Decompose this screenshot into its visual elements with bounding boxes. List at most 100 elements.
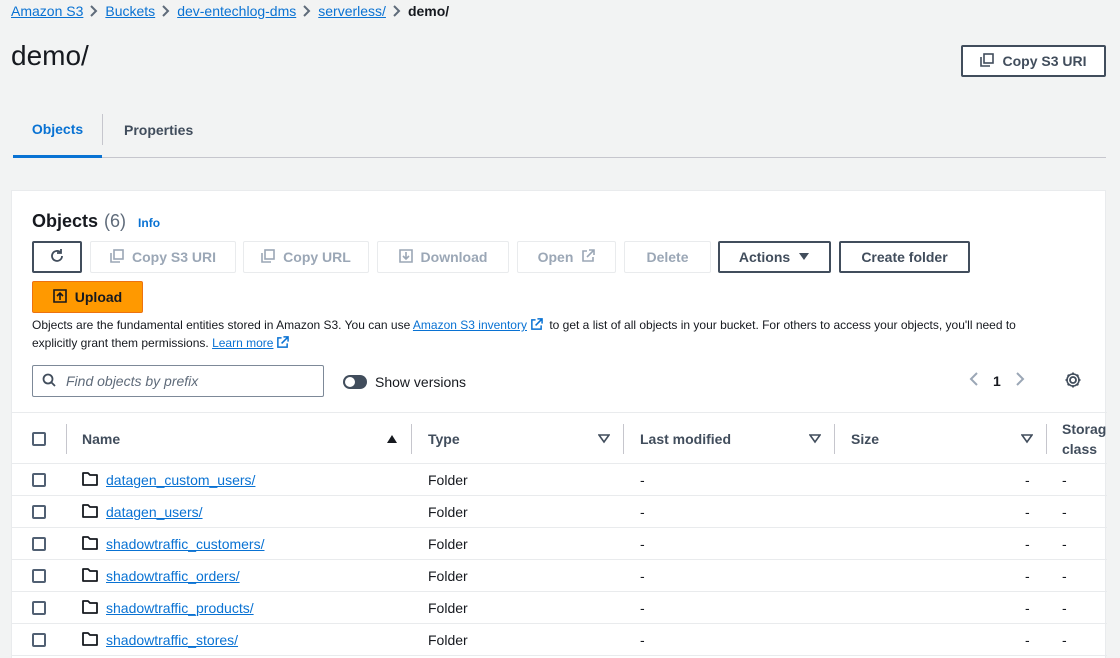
caret-down-icon: [798, 249, 810, 265]
tab-objects[interactable]: Objects: [13, 102, 102, 158]
column-divider: [623, 424, 624, 454]
size-cell: -: [1025, 472, 1030, 488]
download-button[interactable]: Download: [377, 241, 509, 273]
type-cell: Folder: [428, 504, 468, 520]
tab-properties[interactable]: Properties: [124, 102, 193, 157]
actions-label: Actions: [738, 249, 791, 265]
delete-label: Delete: [646, 249, 689, 265]
folder-icon: [82, 567, 98, 585]
external-link-icon: [276, 336, 290, 353]
external-link-icon: [581, 248, 596, 266]
object-name-link[interactable]: shadowtraffic_stores/: [106, 632, 238, 648]
gear-icon[interactable]: [1064, 371, 1082, 392]
show-versions-toggle[interactable]: Show versions: [343, 374, 466, 390]
sort-icon[interactable]: [1021, 413, 1033, 465]
search-input[interactable]: [66, 373, 306, 389]
column-header-name[interactable]: Name: [82, 413, 120, 465]
storage-class-cell: -: [1062, 536, 1067, 552]
object-name-link[interactable]: datagen_users/: [106, 504, 203, 520]
chevron-right-icon: [296, 2, 318, 20]
storage-class-cell: -: [1062, 504, 1067, 520]
breadcrumb-link-buckets[interactable]: Buckets: [105, 3, 155, 19]
toggle-switch[interactable]: [343, 375, 367, 389]
sort-icon[interactable]: [809, 413, 821, 465]
name-cell: datagen_users/: [82, 496, 203, 528]
chevron-right-icon[interactable]: [1015, 371, 1025, 390]
folder-icon: [82, 599, 98, 617]
table-row: shadowtraffic_customers/ Folder - - -: [12, 528, 1107, 560]
create-folder-label: Create folder: [861, 249, 948, 265]
breadcrumb-link-bucket[interactable]: dev-entechlog-dms: [177, 3, 296, 19]
copy-s3-uri-button-header[interactable]: Copy S3 URI: [961, 45, 1106, 77]
size-cell: -: [1025, 536, 1030, 552]
column-header-last-modified[interactable]: Last modified: [640, 413, 731, 465]
last-modified-cell: -: [640, 568, 645, 584]
last-modified-cell: -: [640, 632, 645, 648]
tabs: Objects Properties: [13, 102, 1106, 158]
type-cell: Folder: [428, 600, 468, 616]
objects-panel: Objects (6) Info Copy S3 URI Copy URL Do…: [11, 190, 1107, 658]
table-row: shadowtraffic_products/ Folder - - -: [12, 592, 1107, 624]
storage-class-cell: -: [1062, 632, 1067, 648]
column-header-size[interactable]: Size: [851, 413, 879, 465]
column-header-storage-class[interactable]: Storag class: [1062, 413, 1107, 465]
object-name-link[interactable]: shadowtraffic_orders/: [106, 568, 240, 584]
chevron-right-icon: [386, 2, 408, 20]
learn-more-link[interactable]: Learn more: [212, 336, 273, 350]
folder-icon: [82, 631, 98, 649]
select-all-checkbox[interactable]: [32, 413, 46, 465]
breadcrumb: Amazon S3 Buckets dev-entechlog-dms serv…: [11, 2, 449, 20]
object-name-link[interactable]: shadowtraffic_customers/: [106, 536, 264, 552]
copy-icon: [261, 248, 275, 266]
sort-ascending-icon[interactable]: [386, 413, 398, 465]
table-row: shadowtraffic_stores/ Folder - - -: [12, 624, 1107, 656]
last-modified-cell: -: [640, 504, 645, 520]
delete-button[interactable]: Delete: [624, 241, 711, 273]
folder-icon: [82, 471, 98, 489]
search-field: [32, 365, 324, 397]
type-cell: Folder: [428, 632, 468, 648]
table-row: datagen_custom_users/ Folder - - -: [12, 464, 1107, 496]
description-text: Objects are the fundamental entities sto…: [32, 318, 411, 332]
chevron-left-icon[interactable]: [969, 371, 979, 390]
create-folder-button[interactable]: Create folder: [839, 241, 970, 273]
table-row: shadowtraffic_orders/ Folder - - -: [12, 560, 1107, 592]
actions-dropdown[interactable]: Actions: [718, 241, 831, 273]
copy-s3-uri-button[interactable]: Copy S3 URI: [90, 241, 236, 273]
row-checkbox[interactable]: [32, 528, 46, 560]
size-cell: -: [1025, 568, 1030, 584]
row-checkbox[interactable]: [32, 496, 46, 528]
open-button[interactable]: Open: [517, 241, 616, 273]
row-checkbox[interactable]: [32, 624, 46, 656]
folder-icon: [82, 535, 98, 553]
chevron-right-icon: [83, 2, 105, 20]
tab-divider: [102, 114, 103, 145]
external-link-icon: [530, 318, 543, 335]
copy-s3-uri-label: Copy S3 URI: [1002, 53, 1087, 69]
refresh-icon: [49, 248, 65, 267]
search-icon: [42, 373, 56, 390]
upload-button[interactable]: Upload: [32, 281, 143, 313]
column-divider: [411, 424, 412, 454]
row-checkbox[interactable]: [32, 592, 46, 624]
upload-label: Upload: [74, 289, 123, 305]
copy-url-label: Copy URL: [283, 249, 351, 265]
object-name-link[interactable]: shadowtraffic_products/: [106, 600, 254, 616]
column-header-type[interactable]: Type: [428, 413, 460, 465]
breadcrumb-link-serverless[interactable]: serverless/: [318, 3, 386, 19]
copy-url-button[interactable]: Copy URL: [243, 241, 369, 273]
row-checkbox[interactable]: [32, 464, 46, 496]
row-checkbox[interactable]: [32, 560, 46, 592]
refresh-button[interactable]: [32, 241, 82, 273]
breadcrumb-link-amazon-s3[interactable]: Amazon S3: [11, 3, 83, 19]
info-link[interactable]: Info: [138, 216, 160, 230]
panel-title: Objects: [32, 211, 99, 231]
folder-icon: [82, 503, 98, 521]
sort-icon[interactable]: [598, 413, 610, 465]
object-name-link[interactable]: datagen_custom_users/: [106, 472, 255, 488]
column-divider: [834, 424, 835, 454]
breadcrumb-current: demo/: [407, 3, 450, 19]
show-versions-label: Show versions: [375, 374, 467, 390]
page-number[interactable]: 1: [993, 373, 1001, 389]
s3-inventory-link[interactable]: Amazon S3 inventory: [413, 318, 527, 332]
